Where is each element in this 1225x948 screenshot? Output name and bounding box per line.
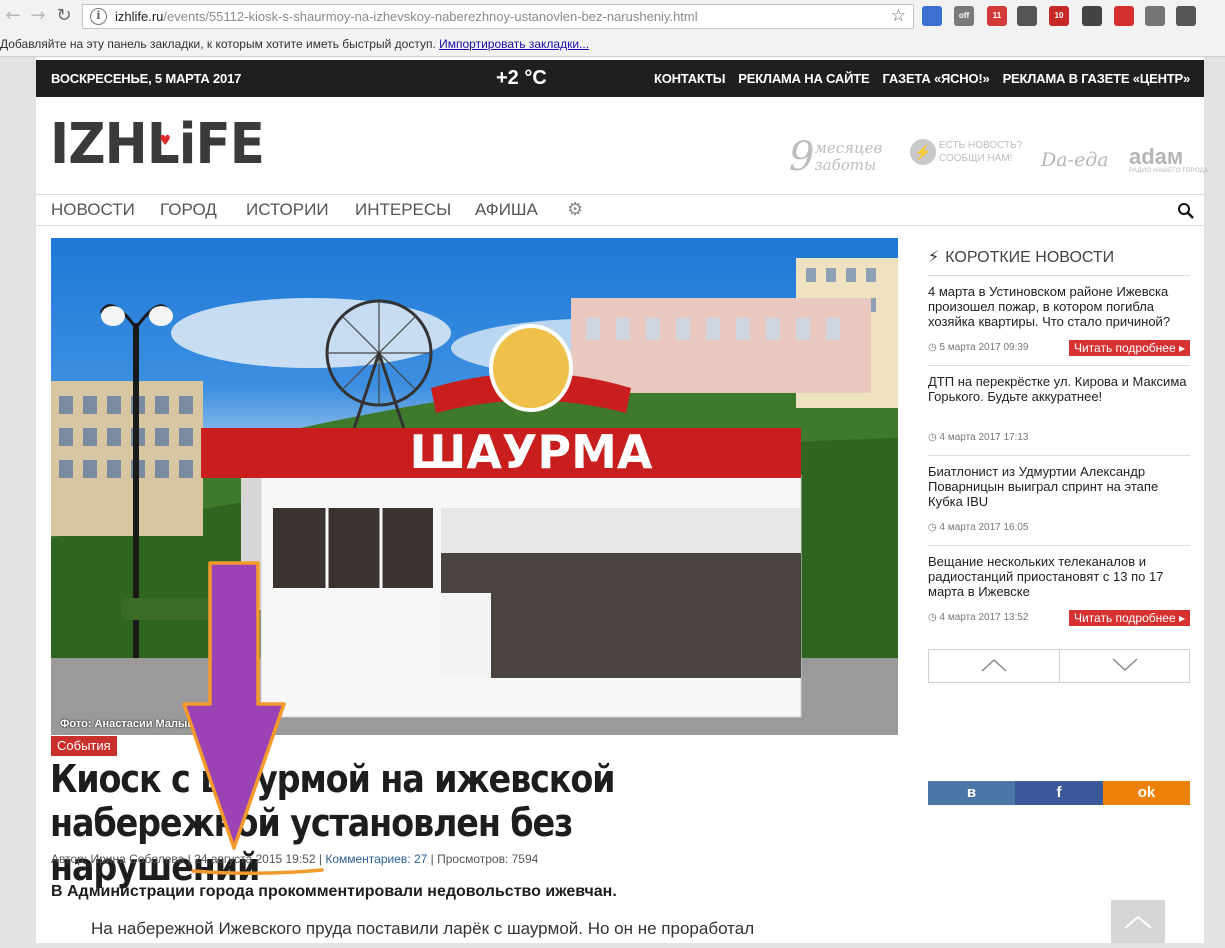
search-icon[interactable] xyxy=(1177,202,1194,219)
bookmarks-bar: Добавляйте на эту панель закладки, к кот… xyxy=(0,35,1225,55)
short-news-item[interactable]: 4 марта в Устиновском районе Ижевска про… xyxy=(928,275,1190,365)
nav-interests[interactable]: ИНТЕРЕСЫ xyxy=(355,200,451,220)
globe-extension-icon[interactable] xyxy=(1017,6,1037,26)
category-tag[interactable]: События xyxy=(51,736,117,756)
off-extension-icon[interactable]: off xyxy=(954,6,974,26)
main-nav: НОВОСТИ ГОРОД ИСТОРИИ ИНТЕРЕСЫ АФИША ⚙ xyxy=(36,194,1204,226)
promo-send-news[interactable]: ⚡ ЕСТЬ НОВОСТЬ? СООБЩИ НАМ! xyxy=(910,139,1022,165)
article-lead: В Администрации города прокомментировали… xyxy=(51,883,617,900)
chevron-up-icon xyxy=(1124,915,1152,929)
back-arrow-icon[interactable]: ← xyxy=(2,5,24,27)
top-link-centr-ads[interactable]: РЕКЛАМА В ГАЗЕТЕ «ЦЕНТР» xyxy=(1003,71,1191,86)
youtube-extension-icon[interactable] xyxy=(1114,6,1134,26)
promo-da-eda[interactable]: Da-еда xyxy=(1041,149,1109,171)
address-url[interactable]: izhlife.ru/events/55112-kiosk-s-shaurmoy… xyxy=(115,9,698,24)
article-title: Киоск с шаурмой на ижевской набережной у… xyxy=(50,757,616,889)
bookmark-star-icon[interactable]: ☆ xyxy=(891,6,906,26)
dots-extension-icon[interactable] xyxy=(1082,6,1102,26)
nav-news[interactable]: НОВОСТИ xyxy=(51,200,135,220)
short-news-title: ⚡ КОРОТКИЕ НОВОСТИ xyxy=(928,247,1115,266)
heart-icon: ♥ xyxy=(159,133,171,149)
browser-chrome: ← → ↻ i izhlife.ru/events/55112-kiosk-s-… xyxy=(0,0,1225,57)
scroll-to-top-button[interactable] xyxy=(1111,900,1165,943)
import-bookmarks-link[interactable]: Импортировать закладки... xyxy=(439,37,589,51)
site-logo[interactable]: IZHLiFE ♥ xyxy=(50,115,265,175)
top-links: КОНТАКТЫ РЕКЛАМА НА САЙТЕ ГАЗЕТА «ЯСНО!» РЕ… xyxy=(641,71,1190,86)
short-news-item[interactable]: Биатлонист из Удмуртии Александр Поварни… xyxy=(928,455,1190,545)
article-photo: ШАУРМА Фото: Анастасии Малыше xyxy=(51,238,898,735)
forward-arrow-icon[interactable]: → xyxy=(27,5,49,27)
pocket-extension-icon[interactable]: 11 xyxy=(987,6,1007,26)
article-author: Автор: Ирина Соболева xyxy=(51,852,185,866)
share-facebook-button[interactable]: f xyxy=(1015,781,1103,805)
news-date: ◷ 4 марта 2017 13:52 xyxy=(928,612,1029,623)
article-meta: Автор: Ирина Соболева | 24 августа 2015 … xyxy=(51,852,539,866)
lightning-icon: ⚡ xyxy=(928,247,940,266)
browser-toolbar: ← → ↻ i izhlife.ru/events/55112-kiosk-s-… xyxy=(0,0,1225,33)
gear-icon[interactable]: ⚙ xyxy=(567,199,583,220)
scroll-up-button[interactable] xyxy=(929,650,1059,682)
promo-adam-radio[interactable]: adам РАДИО НАШЕГО ГОРОДА xyxy=(1129,146,1208,175)
short-news-item[interactable]: ДТП на перекрёстке ул. Кирова и Максима … xyxy=(928,365,1190,455)
bookmarks-bar-hint: Добавляйте на эту панель закладки, к кот… xyxy=(0,37,436,51)
news-date: ◷ 4 марта 2017 17:13 xyxy=(928,432,1029,443)
abp-extension-icon[interactable]: 10 xyxy=(1049,6,1069,26)
scroll-down-button[interactable] xyxy=(1060,650,1190,682)
speaker-extension-icon[interactable] xyxy=(922,6,942,26)
short-news-item[interactable]: Вещание нескольких телеканалов и радиост… xyxy=(928,545,1190,635)
reload-icon[interactable]: ↻ xyxy=(53,5,75,27)
kiosk-sign: ШАУРМА xyxy=(410,425,653,479)
news-date: ◷ 4 марта 2017 16:05 xyxy=(928,522,1029,533)
read-more-button[interactable]: Читать подробнее ▸ xyxy=(1068,610,1190,626)
nav-afisha[interactable]: АФИША xyxy=(475,200,538,220)
article-date: 24 августа 2015 19:52 xyxy=(194,852,316,866)
top-link-site-ads[interactable]: РЕКЛАМА НА САЙТЕ xyxy=(738,71,869,86)
current-date: ВОСКРЕСЕНЬЕ, 5 МАРТА 2017 xyxy=(51,71,242,86)
temperature: +2 °C xyxy=(496,67,547,89)
lightning-icon: ⚡ xyxy=(910,139,936,165)
news-scroll-controls xyxy=(928,649,1190,683)
top-link-contacts[interactable]: КОНТАКТЫ xyxy=(654,71,725,86)
vivaldi-extension-icon[interactable] xyxy=(1176,6,1196,26)
site-info-icon[interactable]: i xyxy=(90,8,107,25)
nav-stories[interactable]: ИСТОРИИ xyxy=(246,200,329,220)
article-body: На набережной Ижевского пруда поставили … xyxy=(91,919,755,938)
share-ok-button[interactable]: ok xyxy=(1103,781,1190,805)
read-more-button[interactable]: Читать подробнее ▸ xyxy=(1068,340,1190,356)
promo-9-months[interactable]: 9месяцев заботы xyxy=(789,134,882,180)
page: ВОСКРЕСЕНЬЕ, 5 МАРТА 2017 +2 °C КОНТАКТЫ… xyxy=(36,57,1208,943)
nav-city[interactable]: ГОРОД xyxy=(160,200,217,220)
views-count: Просмотров: 7594 xyxy=(437,852,539,866)
top-bar: ВОСКРЕСЕНЬЕ, 5 МАРТА 2017 +2 °C КОНТАКТЫ… xyxy=(36,60,1204,97)
address-bar[interactable]: i izhlife.ru/events/55112-kiosk-s-shaurm… xyxy=(82,4,914,29)
photo-credit: Фото: Анастасии Малыше xyxy=(60,718,203,730)
chevron-down-icon xyxy=(1112,658,1138,672)
comments-link[interactable]: Комментариев: 27 xyxy=(325,852,427,866)
puzzle-extension-icon[interactable] xyxy=(1145,6,1165,26)
share-vk-button[interactable]: в xyxy=(928,781,1015,805)
chevron-up-icon xyxy=(981,658,1007,672)
news-date: ◷ 5 марта 2017 09:39 xyxy=(928,342,1029,353)
top-link-yasno[interactable]: ГАЗЕТА «ЯСНО!» xyxy=(882,71,989,86)
kiosk-photo-illustration: ШАУРМА xyxy=(51,258,898,735)
